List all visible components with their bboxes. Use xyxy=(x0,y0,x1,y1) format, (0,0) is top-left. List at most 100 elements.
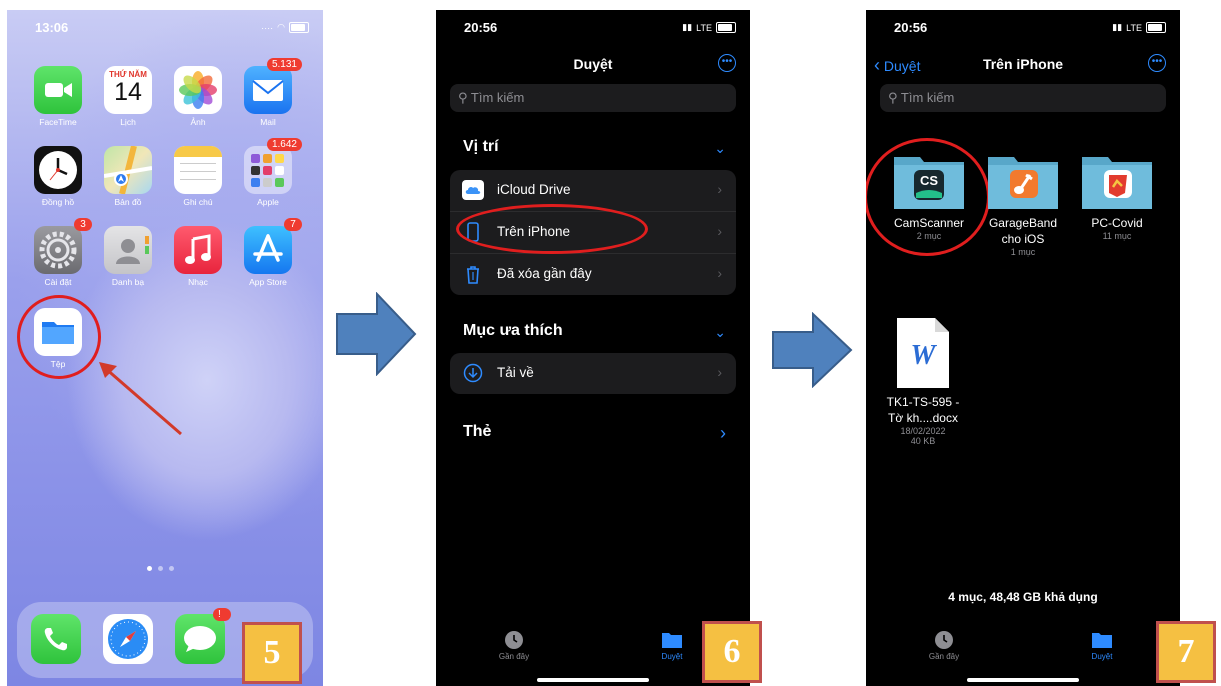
tab-label: Duyệt xyxy=(661,652,683,661)
search-placeholder: Tìm kiếm xyxy=(900,90,955,105)
page-indicator[interactable] xyxy=(147,566,174,571)
app-mail[interactable]: 5.131 Mail xyxy=(235,58,302,127)
storage-info: 4 mục, 48,48 GB khả dụng xyxy=(948,590,1098,604)
chevron-down-icon[interactable]: ⌄ xyxy=(714,140,726,157)
mail-icon: 5.131 xyxy=(244,58,302,114)
svg-text:W: W xyxy=(911,340,938,371)
tab-recents[interactable]: Gần đây xyxy=(914,630,974,661)
step-label: 6 xyxy=(702,621,762,683)
tab-label: Duyệt xyxy=(1091,652,1113,661)
download-icon xyxy=(463,363,483,383)
app-label: Lịch xyxy=(120,117,136,127)
step-label: 5 xyxy=(242,622,302,684)
home-indicator[interactable] xyxy=(537,678,649,682)
status-time: 20:56 xyxy=(894,20,928,35)
step-label: 7 xyxy=(1156,621,1216,683)
folder-name: GarageBand cho iOS xyxy=(988,216,1058,246)
search-icon: ⚲ xyxy=(888,90,898,105)
location-label: iCloud Drive xyxy=(497,182,571,197)
status-bar: 20:56 ▮▮ LTE xyxy=(436,10,750,44)
mail-badge: 5.131 xyxy=(266,58,302,71)
tab-browse[interactable]: Duyệt xyxy=(642,630,702,661)
folder-count: 1 mục xyxy=(1010,247,1036,257)
arrow-right-icon xyxy=(336,292,417,376)
app-clock[interactable]: Đồng hồ xyxy=(25,146,91,207)
messages-icon[interactable]: ! xyxy=(175,608,231,664)
tab-browse[interactable]: Duyệt xyxy=(1072,630,1132,661)
favorites-list: Tải về › xyxy=(450,353,736,394)
app-photos[interactable]: Ảnh xyxy=(165,66,231,127)
location-label: Đã xóa gần đây xyxy=(497,266,592,281)
tab-recents[interactable]: Gần đây xyxy=(484,630,544,661)
settings-badge: 3 xyxy=(74,218,92,231)
carrier-label: LTE xyxy=(696,22,712,33)
more-options-icon[interactable]: ••• xyxy=(1148,54,1166,72)
folder-garageband[interactable]: GarageBand cho iOS 1 mục xyxy=(980,153,1066,257)
clock-icon xyxy=(505,631,523,649)
battery-icon xyxy=(716,22,736,33)
app-notes[interactable]: Ghi chú xyxy=(165,146,231,207)
folder-name: PC-Covid xyxy=(1091,216,1143,230)
favorite-downloads[interactable]: Tải về › xyxy=(450,353,736,394)
app-maps[interactable]: Bản đồ xyxy=(95,145,161,207)
folder-icon xyxy=(1092,633,1112,648)
folder-icon xyxy=(988,153,1058,209)
search-placeholder: Tìm kiếm xyxy=(470,90,525,105)
facetime-icon xyxy=(34,66,82,114)
safari-icon[interactable] xyxy=(103,614,153,664)
carrier-label: LTE xyxy=(1126,22,1142,33)
signal-icon: ···· xyxy=(261,22,274,33)
app-facetime[interactable]: FaceTime xyxy=(25,66,91,127)
more-options-icon[interactable]: ••• xyxy=(718,54,736,72)
file-docx[interactable]: W TK1-TS-595 - Tờ kh....docx 18/02/2022 … xyxy=(880,318,966,446)
chevron-right-icon: › xyxy=(717,265,722,281)
gear-icon: 3 xyxy=(34,218,92,274)
highlight-ring xyxy=(17,295,101,379)
appstore-icon: 7 xyxy=(244,218,302,274)
file-date: 18/02/2022 xyxy=(900,426,946,436)
clock-icon xyxy=(935,631,953,649)
app-apple-folder[interactable]: 1.642 Apple xyxy=(235,138,302,207)
app-label: Ghi chú xyxy=(183,197,213,207)
home-indicator[interactable] xyxy=(967,678,1079,682)
maps-icon xyxy=(103,145,153,195)
clock-icon xyxy=(34,146,82,194)
file-name-line2: Tờ kh....docx xyxy=(888,411,958,425)
wifi-icon: ◠ xyxy=(277,22,285,32)
folder-pc-covid[interactable]: PC-Covid 11 mục xyxy=(1074,153,1160,241)
tab-bar: Gần đây Duyệt xyxy=(866,620,1180,670)
word-document-icon: W xyxy=(897,318,949,388)
app-settings[interactable]: 3 Cài đặt xyxy=(25,218,92,287)
app-label: Apple xyxy=(257,197,279,207)
phone-icon[interactable] xyxy=(31,614,81,664)
folder-icon xyxy=(1082,153,1152,209)
photos-icon xyxy=(174,66,222,114)
file-name-line1: TK1-TS-595 - xyxy=(886,395,960,409)
tab-label: Gần đây xyxy=(498,652,530,661)
app-label: Đồng hồ xyxy=(41,197,75,207)
search-input[interactable]: ⚲ Tìm kiếm xyxy=(880,84,1166,112)
files-browse-screen: 20:56 ▮▮ LTE Duyệt ••• ⚲ Tìm kiếm Vị trí … xyxy=(436,10,750,686)
chevron-down-icon[interactable]: ⌄ xyxy=(714,324,726,341)
highlight-ring xyxy=(456,204,648,254)
section-locations: Vị trí xyxy=(463,138,499,155)
app-appstore[interactable]: 7 App Store xyxy=(235,218,302,287)
search-input[interactable]: ⚲ Tìm kiếm xyxy=(450,84,736,112)
app-label: Mail xyxy=(260,117,276,127)
location-recently-deleted[interactable]: Đã xóa gần đây › xyxy=(450,254,736,295)
file-size: 40 KB xyxy=(910,436,936,446)
app-label: Danh bạ xyxy=(111,277,145,287)
contacts-icon xyxy=(104,226,152,274)
app-music[interactable]: Nhạc xyxy=(165,226,231,287)
app-label: Bản đồ xyxy=(114,197,142,207)
app-label: FaceTime xyxy=(39,117,77,127)
app-contacts[interactable]: Danh bạ xyxy=(95,226,161,287)
cloud-icon xyxy=(462,180,484,200)
on-iphone-screen: 20:56 ▮▮ LTE ‹ Duyệt Trên iPhone ••• ⚲ Tì… xyxy=(866,10,1180,686)
chevron-right-icon[interactable]: › xyxy=(720,423,726,444)
app-calendar[interactable]: THỨ NĂM 14 Lịch xyxy=(95,66,161,127)
favorite-label: Tải về xyxy=(497,365,534,380)
chevron-right-icon: › xyxy=(717,223,722,239)
folder-icon: 1.642 xyxy=(244,138,302,194)
app-label: App Store xyxy=(249,277,287,287)
